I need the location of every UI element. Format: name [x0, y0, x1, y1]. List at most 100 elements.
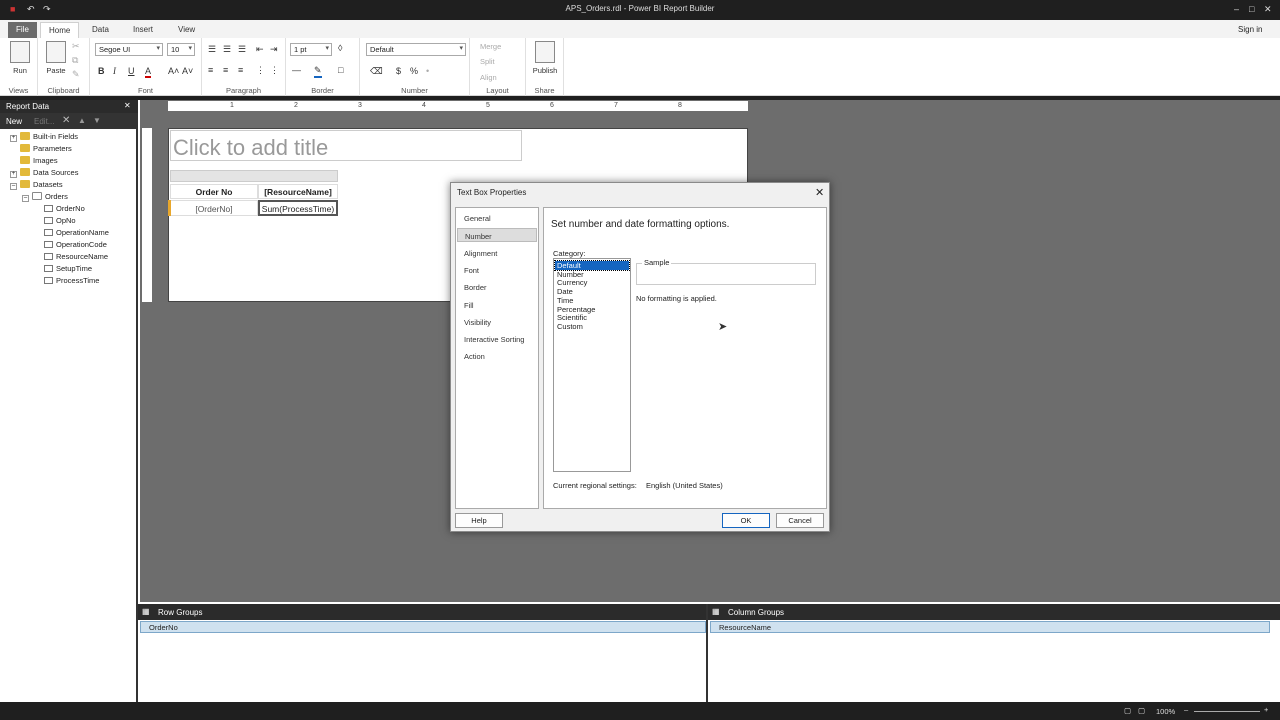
run-button[interactable]: Run: [6, 41, 34, 75]
tree-folder[interactable]: + Data Sources: [10, 168, 78, 178]
fill-color-icon[interactable]: ◊: [338, 43, 342, 53]
field-item[interactable]: SetupTime: [44, 264, 92, 273]
tree-folder[interactable]: – Datasets: [10, 180, 63, 190]
border-width-select[interactable]: 1 pt: [290, 43, 332, 56]
tab-home[interactable]: Home: [40, 22, 80, 38]
groups-splitter[interactable]: [706, 604, 708, 702]
align-bottom-icon[interactable]: ☰: [238, 44, 246, 55]
ok-button[interactable]: OK: [722, 513, 770, 528]
nav-general[interactable]: General: [457, 211, 537, 225]
copy-icon[interactable]: ⧉: [72, 55, 78, 66]
category-list[interactable]: Default Number Currency Date Time Percentage S…: [553, 258, 631, 472]
expander-icon[interactable]: –: [22, 195, 29, 202]
sign-in-link[interactable]: Sign in: [1238, 25, 1262, 34]
align-center-icon[interactable]: ≡: [223, 65, 228, 75]
expander-icon[interactable]: +: [10, 171, 17, 178]
format-painter-icon[interactable]: ✎: [72, 69, 80, 80]
new-button[interactable]: New: [6, 117, 22, 126]
number-format-select[interactable]: Default: [366, 43, 466, 56]
align-middle-icon[interactable]: ☰: [223, 44, 231, 55]
tree-folder[interactable]: Images: [10, 156, 58, 165]
bullets-icon[interactable]: ⋮: [256, 65, 265, 76]
header-order-no[interactable]: Order No: [170, 184, 258, 199]
nav-fill[interactable]: Fill: [457, 298, 537, 312]
nav-visibility[interactable]: Visibility: [457, 315, 537, 329]
row-group-orderno[interactable]: OrderNo: [140, 621, 706, 633]
grow-font-button[interactable]: A˄: [168, 66, 179, 76]
close-panel-icon[interactable]: ✕: [124, 101, 131, 110]
nav-alignment[interactable]: Alignment: [457, 246, 537, 260]
shrink-font-button[interactable]: A˅: [182, 66, 193, 76]
font-color-button[interactable]: A: [145, 66, 152, 78]
category-date[interactable]: Date: [555, 287, 629, 296]
tab-data[interactable]: Data: [84, 22, 117, 38]
tree-folder[interactable]: + Built-in Fields: [10, 132, 78, 142]
report-title-placeholder[interactable]: Click to add title: [170, 130, 522, 161]
nav-font[interactable]: Font: [457, 263, 537, 277]
print-layout-icon[interactable]: ▢: [1138, 706, 1145, 715]
help-button[interactable]: Help: [455, 513, 503, 528]
field-item[interactable]: OperationCode: [44, 240, 107, 249]
split-button[interactable]: Split: [480, 57, 495, 66]
field-item[interactable]: OpNo: [44, 216, 76, 225]
field-item[interactable]: OrderNo: [44, 204, 85, 213]
italic-button[interactable]: I: [113, 66, 116, 76]
tab-file[interactable]: File: [8, 22, 37, 38]
tree-folder[interactable]: Parameters: [10, 144, 72, 153]
close-window-button[interactable]: ✕: [1264, 4, 1272, 15]
publish-button[interactable]: Publish: [531, 41, 559, 75]
merge-button[interactable]: Merge: [480, 42, 501, 51]
minimize-button[interactable]: –: [1234, 4, 1239, 14]
move-up-icon[interactable]: ▲: [78, 116, 86, 125]
expander-icon[interactable]: –: [10, 183, 17, 190]
border-style-icon[interactable]: —: [292, 65, 301, 75]
category-percentage[interactable]: Percentage: [555, 305, 629, 314]
tablix-handle-row[interactable]: [170, 170, 338, 182]
border-color-icon[interactable]: ✎: [314, 65, 322, 78]
placeholder-format-icon[interactable]: ⌫: [370, 66, 383, 77]
category-number[interactable]: Number: [555, 270, 629, 279]
category-custom[interactable]: Custom: [555, 322, 629, 331]
restore-button[interactable]: □: [1249, 4, 1254, 14]
expander-icon[interactable]: +: [10, 135, 17, 142]
page-view-icon[interactable]: ▢: [1124, 706, 1131, 715]
field-item[interactable]: ResourceName: [44, 252, 108, 261]
align-top-icon[interactable]: ☰: [208, 44, 216, 55]
edit-button[interactable]: Edit...: [34, 117, 54, 126]
percent-button[interactable]: %: [410, 66, 418, 76]
borders-icon[interactable]: □: [338, 65, 343, 75]
bold-button[interactable]: B: [98, 66, 105, 76]
nav-interactive-sorting[interactable]: Interactive Sorting: [457, 332, 537, 346]
font-size-select[interactable]: 10: [167, 43, 195, 56]
category-currency[interactable]: Currency: [555, 278, 629, 287]
nav-action[interactable]: Action: [457, 349, 537, 363]
zoom-slider[interactable]: [1194, 711, 1260, 712]
cut-icon[interactable]: ✂: [72, 41, 80, 52]
header-resource-name[interactable]: [ResourceName]: [258, 184, 338, 199]
decrease-indent-icon[interactable]: ⇤: [256, 44, 264, 55]
align-button[interactable]: Align: [480, 73, 497, 82]
cell-process-time[interactable]: Sum(ProcessTime): [258, 200, 338, 216]
tree-folder[interactable]: – Orders: [22, 192, 68, 202]
move-down-icon[interactable]: ▼: [93, 116, 101, 125]
dialog-close-icon[interactable]: ✕: [815, 186, 824, 199]
delete-icon[interactable]: ✕: [62, 115, 70, 126]
increase-indent-icon[interactable]: ⇥: [270, 44, 278, 55]
font-family-select[interactable]: Segoe UI: [95, 43, 163, 56]
category-default[interactable]: Default: [554, 260, 630, 271]
align-right-icon[interactable]: ≡: [238, 65, 243, 75]
align-left-icon[interactable]: ≡: [208, 65, 213, 75]
tab-insert[interactable]: Insert: [125, 22, 161, 38]
nav-border[interactable]: Border: [457, 280, 537, 294]
underline-button[interactable]: U: [128, 66, 135, 76]
column-group-resourcename[interactable]: ResourceName: [710, 621, 1270, 633]
field-item[interactable]: ProcessTime: [44, 276, 99, 285]
numbering-icon[interactable]: ⋮: [270, 65, 279, 76]
paste-button[interactable]: Paste: [42, 41, 70, 75]
zoom-in-icon[interactable]: +: [1264, 705, 1268, 714]
category-scientific[interactable]: Scientific: [555, 313, 629, 322]
style-icon[interactable]: •: [426, 66, 429, 76]
nav-number[interactable]: Number: [457, 228, 537, 243]
currency-button[interactable]: $: [396, 66, 401, 76]
tab-view[interactable]: View: [170, 22, 203, 38]
